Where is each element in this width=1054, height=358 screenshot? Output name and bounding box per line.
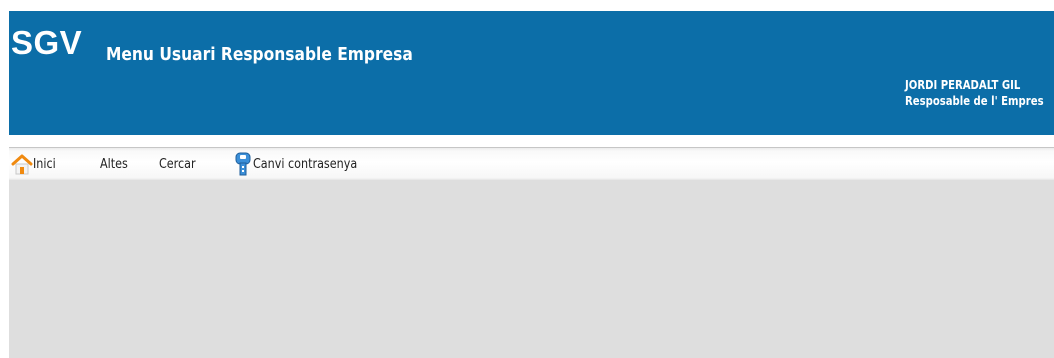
main-content-area <box>9 180 1054 358</box>
app-logo: SGV <box>11 24 83 61</box>
menu-item-label: Canvi contrasenya <box>253 156 358 172</box>
menu-item-inici[interactable]: Inici <box>11 148 59 180</box>
key-icon <box>233 152 253 176</box>
main-menu-bar: Inici Altes Cercar Canvi contrasenya <box>9 147 1054 180</box>
menu-item-label: Inici <box>33 156 56 172</box>
menu-item-cercar[interactable]: Cercar <box>159 148 202 180</box>
home-icon <box>11 153 33 175</box>
page-title: Menu Usuari Responsable Empresa <box>106 44 413 65</box>
menu-item-altes[interactable]: Altes <box>100 148 132 180</box>
user-role: Resposable de l' Empres <box>905 94 1044 108</box>
menu-item-label: Altes <box>100 156 128 172</box>
user-name: JORDI PERADALT GIL <box>905 78 1021 92</box>
header-banner: SGV Menu Usuari Responsable Empresa JORD… <box>9 11 1054 135</box>
menu-item-label: Cercar <box>159 156 196 172</box>
menu-item-canvi-contrasenya[interactable]: Canvi contrasenya <box>233 148 374 180</box>
app-window: SGV Menu Usuari Responsable Empresa JORD… <box>9 11 1054 358</box>
user-info: JORDI PERADALT GIL Resposable de l' Empr… <box>905 77 1044 109</box>
header-spacer <box>9 135 1054 147</box>
